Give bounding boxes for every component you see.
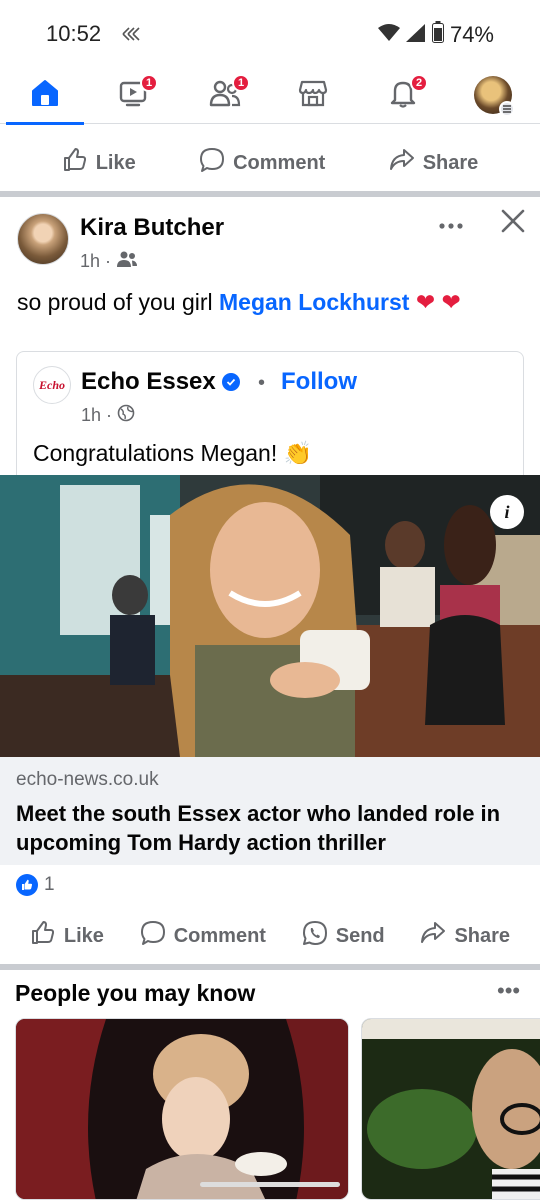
share-label: Share — [422, 151, 479, 174]
globe-icon — [117, 404, 135, 427]
share-button[interactable]: Share — [420, 920, 510, 952]
tab-home[interactable] — [2, 66, 88, 125]
shared-meta: 1h · — [81, 404, 135, 427]
follow-separator: • — [258, 372, 266, 394]
share-label: Share — [454, 924, 511, 947]
send-label: Send — [335, 924, 385, 947]
notifications-badge: 2 — [410, 74, 428, 92]
link-title: Meet the south Essex actor who landed ro… — [16, 801, 501, 855]
comment-icon — [199, 147, 225, 179]
post-time[interactable]: 1h — [80, 251, 100, 272]
feed-divider — [0, 964, 540, 970]
top-navigation: 1 1 2 — [0, 66, 540, 125]
pymk-options-button[interactable]: ••• — [497, 978, 520, 1004]
comment-button[interactable]: Comment — [199, 147, 325, 179]
tab-friends[interactable]: 1 — [182, 66, 268, 124]
gesture-bar[interactable] — [200, 1182, 340, 1187]
follow-button[interactable]: Follow — [281, 368, 357, 396]
info-button[interactable]: i — [490, 495, 524, 529]
heart-emoji: ❤ — [415, 289, 436, 315]
comment-label: Comment — [173, 924, 266, 947]
battery-icon — [431, 21, 444, 49]
previous-post-actions: Like Comment Share — [0, 140, 540, 186]
post-author[interactable]: Kira Butcher — [80, 214, 224, 242]
pymk-title: People you may know — [15, 980, 256, 1006]
send-button[interactable]: Send — [302, 920, 385, 952]
friends-audience-icon — [116, 250, 138, 273]
status-time: 10:52 — [46, 21, 102, 46]
cafe-photo-illustration — [0, 475, 540, 757]
post-options-button[interactable] — [438, 210, 464, 236]
comment-label: Comment — [233, 151, 326, 174]
meta-dot: · — [105, 251, 112, 271]
like-label: Like — [95, 151, 136, 174]
tab-notifications[interactable]: 2 — [360, 66, 446, 124]
article-photo[interactable]: i — [0, 475, 540, 757]
tab-video[interactable]: 1 — [90, 66, 176, 124]
post-meta: 1h · — [80, 250, 138, 273]
post-text: so proud of you girl Megan Lockhurst ❤ ❤ — [17, 286, 527, 318]
shared-post-text: Congratulations Megan! 👏 — [33, 440, 313, 466]
pymk-card[interactable] — [361, 1018, 540, 1200]
link-domain: echo-news.co.uk — [16, 769, 159, 790]
shared-page-name-row: Echo Essex — [81, 368, 240, 396]
share-icon — [420, 920, 446, 952]
shared-time[interactable]: 1h — [81, 405, 101, 426]
profile-avatar — [474, 76, 515, 117]
whatsapp-icon — [302, 920, 328, 952]
close-icon — [500, 209, 526, 238]
status-bar: 10:52 74% — [0, 0, 540, 66]
comment-icon — [140, 920, 166, 952]
video-badge: 1 — [140, 74, 158, 92]
meta-dot: · — [106, 405, 113, 425]
like-icon — [30, 920, 56, 952]
tab-menu[interactable] — [450, 66, 536, 124]
reaction-count: 1 — [44, 874, 55, 895]
status-right: 74% — [377, 21, 494, 49]
wifi-calling-icon — [120, 24, 142, 49]
pymk-card[interactable] — [15, 1018, 349, 1200]
hide-post-button[interactable] — [500, 208, 526, 239]
shared-page-name[interactable]: Echo Essex — [81, 368, 216, 396]
battery-level: 74% — [449, 22, 494, 47]
link-preview[interactable]: echo-news.co.uk Meet the south Essex act… — [0, 757, 540, 865]
share-button[interactable]: Share — [389, 147, 479, 179]
echo-essex-logo[interactable]: Echo — [33, 366, 71, 404]
like-reaction-icon — [16, 874, 38, 896]
feed-divider — [0, 191, 540, 197]
pymk-photo — [362, 1019, 540, 1199]
menu-icon — [499, 101, 515, 117]
share-icon — [389, 147, 415, 179]
verified-badge-icon — [221, 373, 240, 391]
author-avatar[interactable] — [17, 213, 69, 265]
comment-button[interactable]: Comment — [140, 920, 266, 952]
friends-badge: 1 — [232, 74, 250, 92]
reaction-summary[interactable]: 1 — [16, 874, 55, 896]
pymk-photo — [16, 1019, 348, 1199]
like-button[interactable]: Like — [62, 147, 136, 179]
wifi-icon — [377, 22, 400, 48]
like-button[interactable]: Like — [30, 920, 104, 952]
marketplace-icon — [298, 78, 328, 113]
post-actions: Like Comment Send Share — [0, 913, 540, 959]
like-label: Like — [63, 924, 104, 947]
shared-post-card[interactable]: Echo Echo Essex • Follow 1h · Congratula… — [16, 351, 524, 475]
home-icon — [30, 78, 60, 113]
like-icon — [62, 147, 88, 179]
post-text-body: so proud of you girl — [17, 289, 220, 315]
more-dots-icon — [438, 210, 464, 235]
heart-emoji-2: ❤ — [441, 289, 461, 315]
tab-marketplace[interactable] — [270, 66, 356, 124]
mention-link[interactable]: Megan Lockhurst — [219, 289, 409, 315]
signal-icon — [405, 22, 426, 48]
